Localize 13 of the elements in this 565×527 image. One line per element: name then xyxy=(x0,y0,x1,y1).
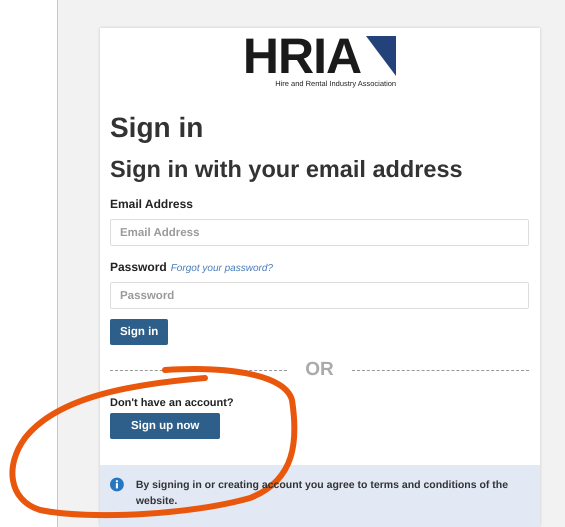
forgot-password-link[interactable]: Forgot your password? xyxy=(170,263,273,274)
sign-in-button[interactable]: Sign in xyxy=(110,319,168,345)
page-title: Sign in xyxy=(110,112,204,144)
sign-up-button[interactable]: Sign up now xyxy=(110,413,220,439)
field-label: Password xyxy=(110,260,167,274)
input-field[interactable]: Email Address xyxy=(110,219,529,246)
input-field[interactable]: Password xyxy=(110,282,529,309)
logo-mark: HRIA xyxy=(242,36,362,76)
or-divider-text: OR xyxy=(305,359,334,381)
signup-prompt: Don't have an account? xyxy=(110,397,235,409)
field-label: Email Address xyxy=(110,197,193,211)
info-icon xyxy=(110,477,124,492)
page-subtitle: Sign in with your email address xyxy=(110,156,464,183)
